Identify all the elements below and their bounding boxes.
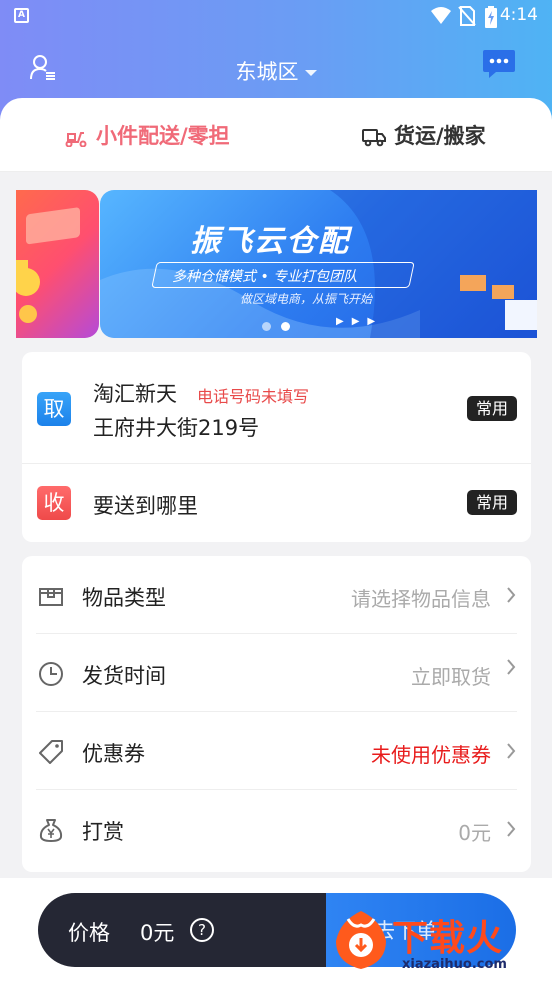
banner-slide-active[interactable]: 振飞云仓配 多种仓储模式 • 专业打包团队 做区域电商，从振飞开始 ▶▶▶: [100, 190, 537, 338]
banner-slide-previous[interactable]: [16, 190, 99, 338]
tab-small-parcel[interactable]: 小件配送/零担: [64, 120, 230, 150]
tab-freight-moving-label: 货运/搬家: [394, 124, 486, 148]
carousel-indicator: [262, 316, 300, 335]
carousel-dot-active: [281, 322, 290, 331]
money-bag-icon: [39, 819, 63, 842]
banner-illustration: [16, 207, 80, 323]
carousel-dot: [262, 322, 271, 331]
pickup-street: 王府井大街219号: [93, 416, 260, 440]
phone-missing-warning: 电话号码未填写: [197, 387, 310, 406]
message-bubble-icon[interactable]: [482, 48, 516, 80]
option-value: 未使用优惠券: [371, 743, 491, 767]
option-label: 发货时间: [82, 664, 166, 688]
pickup-common-address-button[interactable]: 常用: [467, 396, 517, 421]
option-value: 0元: [458, 821, 491, 845]
service-tabs: 小件配送/零担 货运/搬家: [0, 98, 552, 172]
option-tip[interactable]: 打赏 0元: [22, 790, 531, 868]
chevron-right-icon: [507, 743, 516, 759]
box-icon: [39, 588, 63, 606]
city-label: 东城区: [235, 60, 299, 84]
battery-charging-icon: [485, 6, 497, 28]
price-label: 价格: [68, 921, 110, 945]
option-value: 请选择物品信息: [351, 587, 491, 611]
pickup-address-row[interactable]: 取 淘汇新天 电话号码未填写 王府井大街219号 常用: [22, 352, 531, 464]
tab-freight-moving[interactable]: 货运/搬家: [362, 120, 486, 150]
pickup-tag: 取: [37, 392, 71, 426]
price-help-icon[interactable]: ?: [190, 918, 214, 942]
status-bar: A 4:14: [0, 0, 552, 32]
delivery-tag: 收: [37, 486, 71, 520]
address-card: 取 淘汇新天 电话号码未填写 王府井大街219号 常用 收 要送到哪里 常用: [22, 352, 531, 542]
banner-title: 振飞云仓配: [190, 224, 350, 259]
tab-small-parcel-label: 小件配送/零担: [96, 124, 230, 148]
watermark: 下载火 xiazaihuo.com: [326, 905, 552, 981]
pickup-name: 淘汇新天: [93, 382, 177, 406]
banner-tagline: 做区域电商，从振飞开始: [240, 292, 373, 306]
status-time: 4:14: [499, 5, 538, 25]
option-label: 打赏: [82, 820, 124, 844]
wifi-icon: [431, 7, 451, 24]
coupon-tag-icon: [39, 740, 63, 764]
banner-carousel[interactable]: 振飞云仓配 多种仓储模式 • 专业打包团队 做区域电商，从振飞开始 ▶▶▶: [16, 190, 537, 338]
price-value: 0元: [140, 921, 175, 945]
option-value: 立即取货: [411, 665, 491, 689]
top-nav: 东城区: [0, 48, 552, 88]
banner-subtitle: 多种仓储模式 • 专业打包团队: [172, 269, 358, 285]
delivery-common-address-button[interactable]: 常用: [467, 490, 517, 515]
notification-badge-icon: A: [14, 8, 29, 23]
option-label: 物品类型: [82, 586, 166, 610]
delivery-placeholder: 要送到哪里: [93, 494, 198, 518]
no-sim-icon: [458, 6, 476, 26]
option-ship-time[interactable]: 发货时间 立即取货: [22, 634, 531, 712]
chevron-right-icon: [507, 821, 516, 837]
truck-icon: [362, 129, 386, 147]
watermark-url: xiazaihuo.com: [402, 957, 507, 972]
delivery-address-row[interactable]: 收 要送到哪里 常用: [22, 464, 531, 542]
chevron-right-icon: [507, 659, 516, 675]
chevron-right-icon: [507, 587, 516, 603]
caret-down-icon: [304, 70, 317, 76]
scooter-icon: [65, 132, 87, 147]
option-label: 优惠券: [82, 742, 145, 766]
price-summary: 价格 0元 ?: [38, 893, 338, 967]
clock-icon: [39, 662, 63, 686]
banner-arrows-decoration: ▶▶▶: [336, 316, 384, 327]
option-coupon[interactable]: 优惠券 未使用优惠券: [22, 712, 531, 790]
watermark-logo-icon: [336, 911, 386, 969]
city-selector[interactable]: 东城区: [0, 56, 552, 86]
order-options: 物品类型 请选择物品信息 发货时间 立即取货 优惠券 未使用优惠券 打赏 0元: [22, 556, 531, 872]
option-item-type[interactable]: 物品类型 请选择物品信息: [22, 556, 531, 634]
watermark-brand: 下载火: [392, 918, 504, 959]
